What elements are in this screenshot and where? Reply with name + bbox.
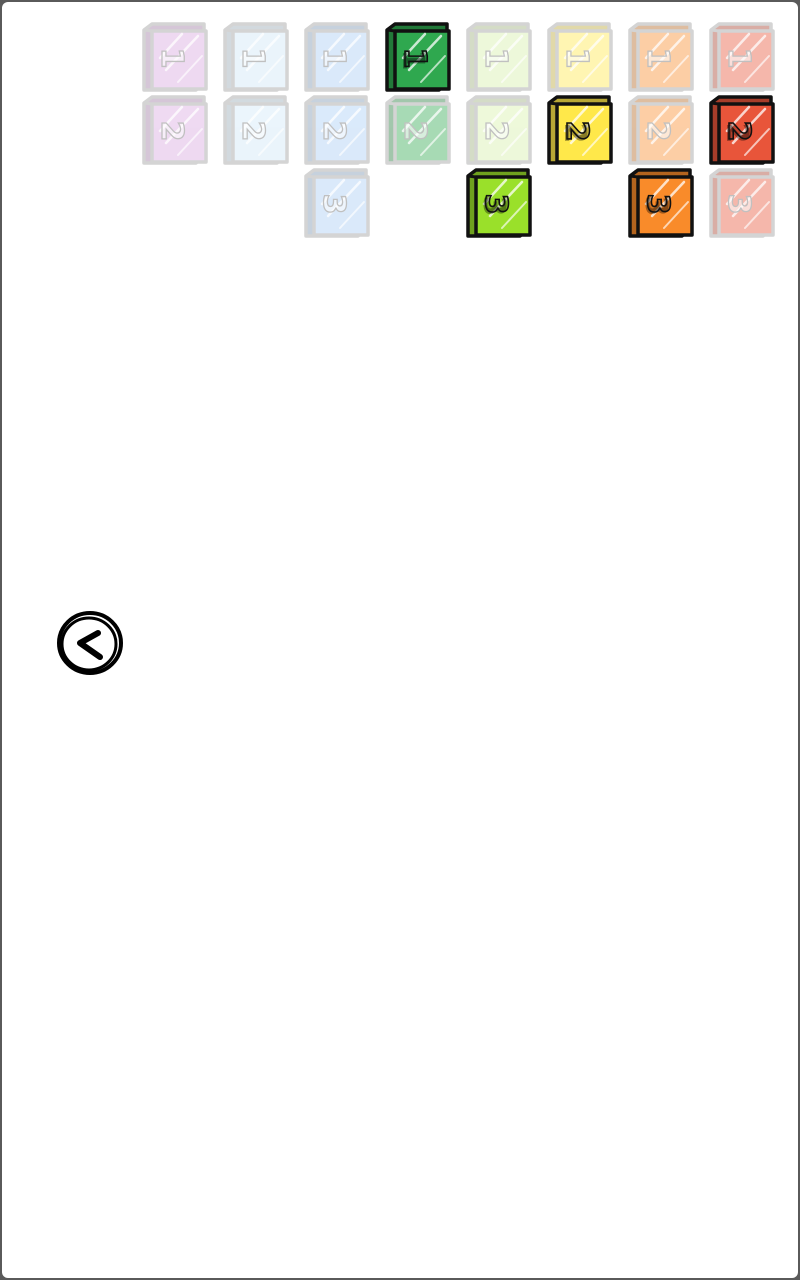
level-tile-shape <box>304 95 370 165</box>
level-tile-shape <box>142 95 208 165</box>
level-tile[interactable]: 2 <box>381 93 453 165</box>
level-tile[interactable]: 1 <box>705 20 777 92</box>
level-tile-shape <box>628 168 694 238</box>
level-tile[interactable]: 3 <box>705 166 777 238</box>
back-button[interactable] <box>54 607 126 679</box>
level-tile[interactable]: 2 <box>300 93 372 165</box>
level-tile-shape <box>304 168 370 238</box>
level-tile-shape <box>466 22 532 92</box>
level-tile-shape <box>223 22 289 92</box>
level-tile[interactable]: 2 <box>624 93 696 165</box>
level-tile[interactable]: 1 <box>219 20 291 92</box>
level-tile-shape <box>547 95 613 165</box>
level-tile[interactable]: 1 <box>138 20 210 92</box>
level-tile[interactable]: 2 <box>462 93 534 165</box>
level-tile-shape <box>709 168 775 238</box>
level-tile[interactable]: 1 <box>381 20 453 92</box>
level-tile-shape <box>304 22 370 92</box>
level-tile[interactable]: 1 <box>624 20 696 92</box>
level-tile[interactable]: 2 <box>705 93 777 165</box>
level-tile[interactable]: 3 <box>300 166 372 238</box>
level-tile-shape <box>142 22 208 92</box>
game-screen: 12121231212312123123 <box>2 2 798 1278</box>
level-tile[interactable]: 1 <box>300 20 372 92</box>
level-tile[interactable]: 3 <box>624 166 696 238</box>
level-tile-shape <box>709 95 775 165</box>
level-tile[interactable]: 1 <box>462 20 534 92</box>
level-tile-shape <box>628 22 694 92</box>
level-tile[interactable]: 1 <box>543 20 615 92</box>
level-tile[interactable]: 2 <box>219 93 291 165</box>
level-tile-shape <box>385 95 451 165</box>
level-tile-shape <box>385 22 451 92</box>
level-tile-shape <box>709 22 775 92</box>
level-tile-shape <box>466 95 532 165</box>
level-tile[interactable]: 3 <box>462 166 534 238</box>
level-tile-shape <box>628 95 694 165</box>
level-tile[interactable]: 2 <box>138 93 210 165</box>
level-tile-shape <box>223 95 289 165</box>
level-tile-shape <box>466 168 532 238</box>
level-tile[interactable]: 2 <box>543 93 615 165</box>
back-arrow-icon <box>57 611 123 675</box>
level-tile-shape <box>547 22 613 92</box>
